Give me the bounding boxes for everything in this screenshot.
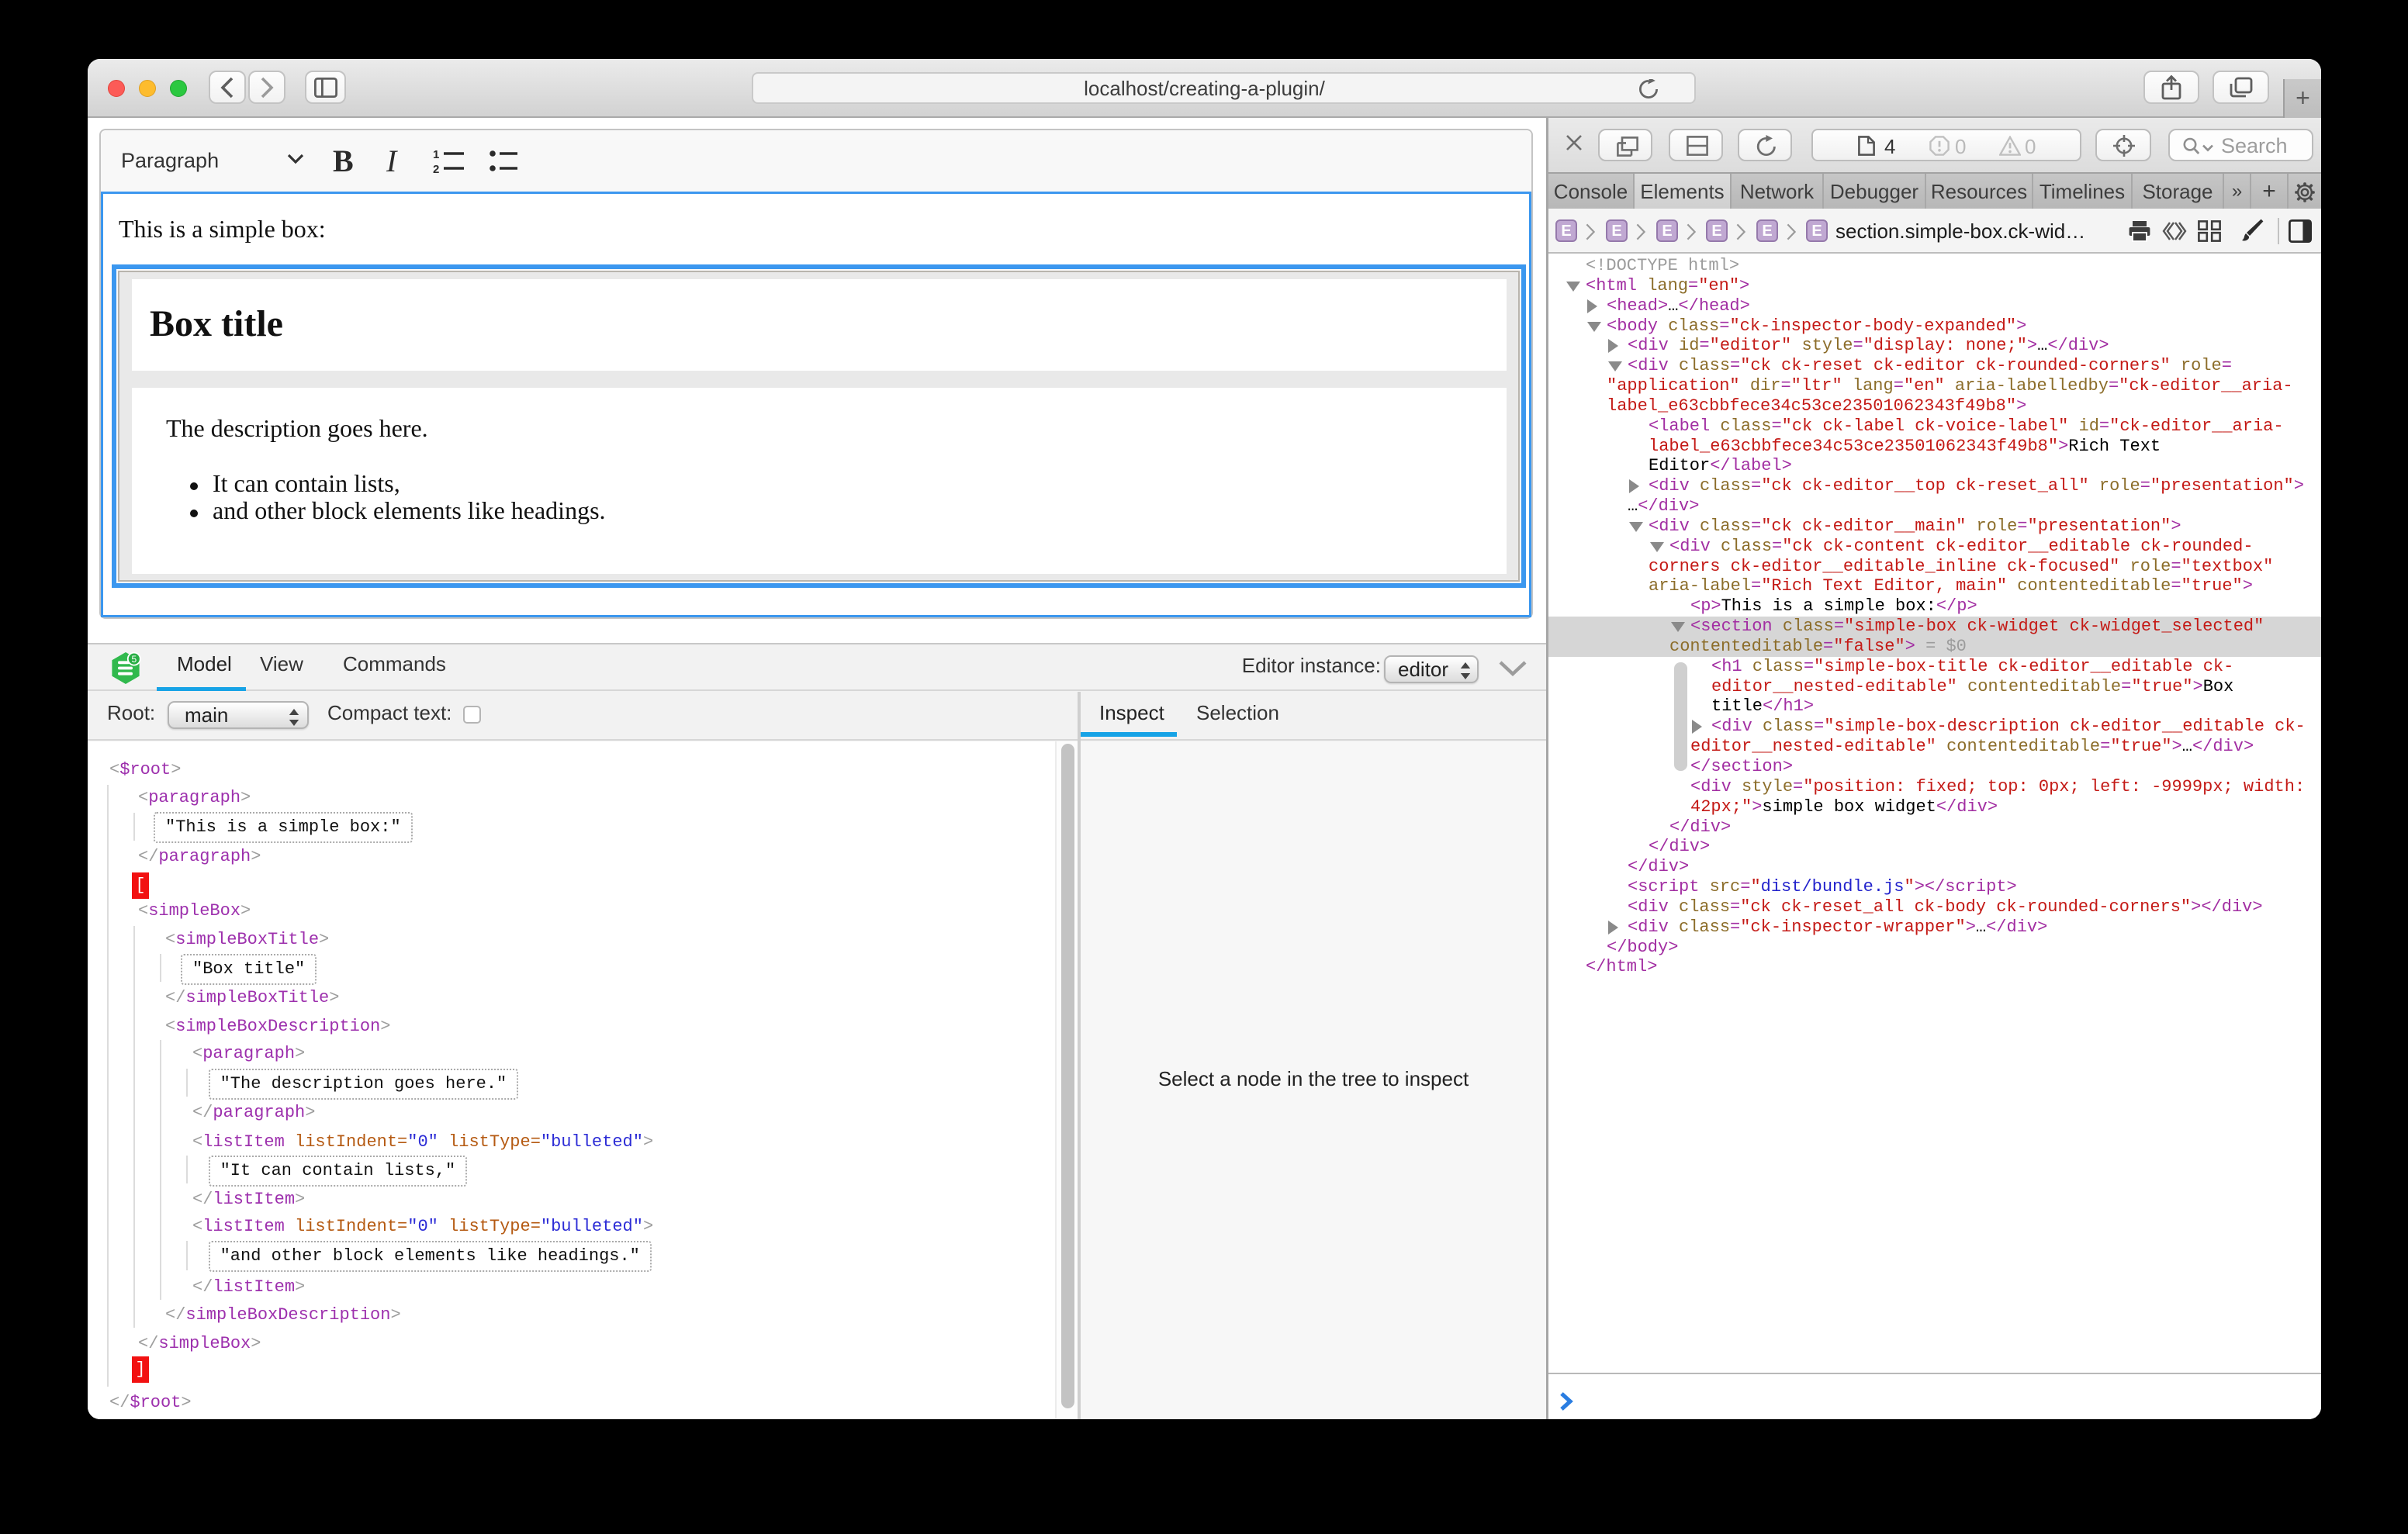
svg-text:5: 5 [131,654,137,665]
svg-text:1: 1 [433,148,439,161]
svg-text:2: 2 [433,163,439,174]
